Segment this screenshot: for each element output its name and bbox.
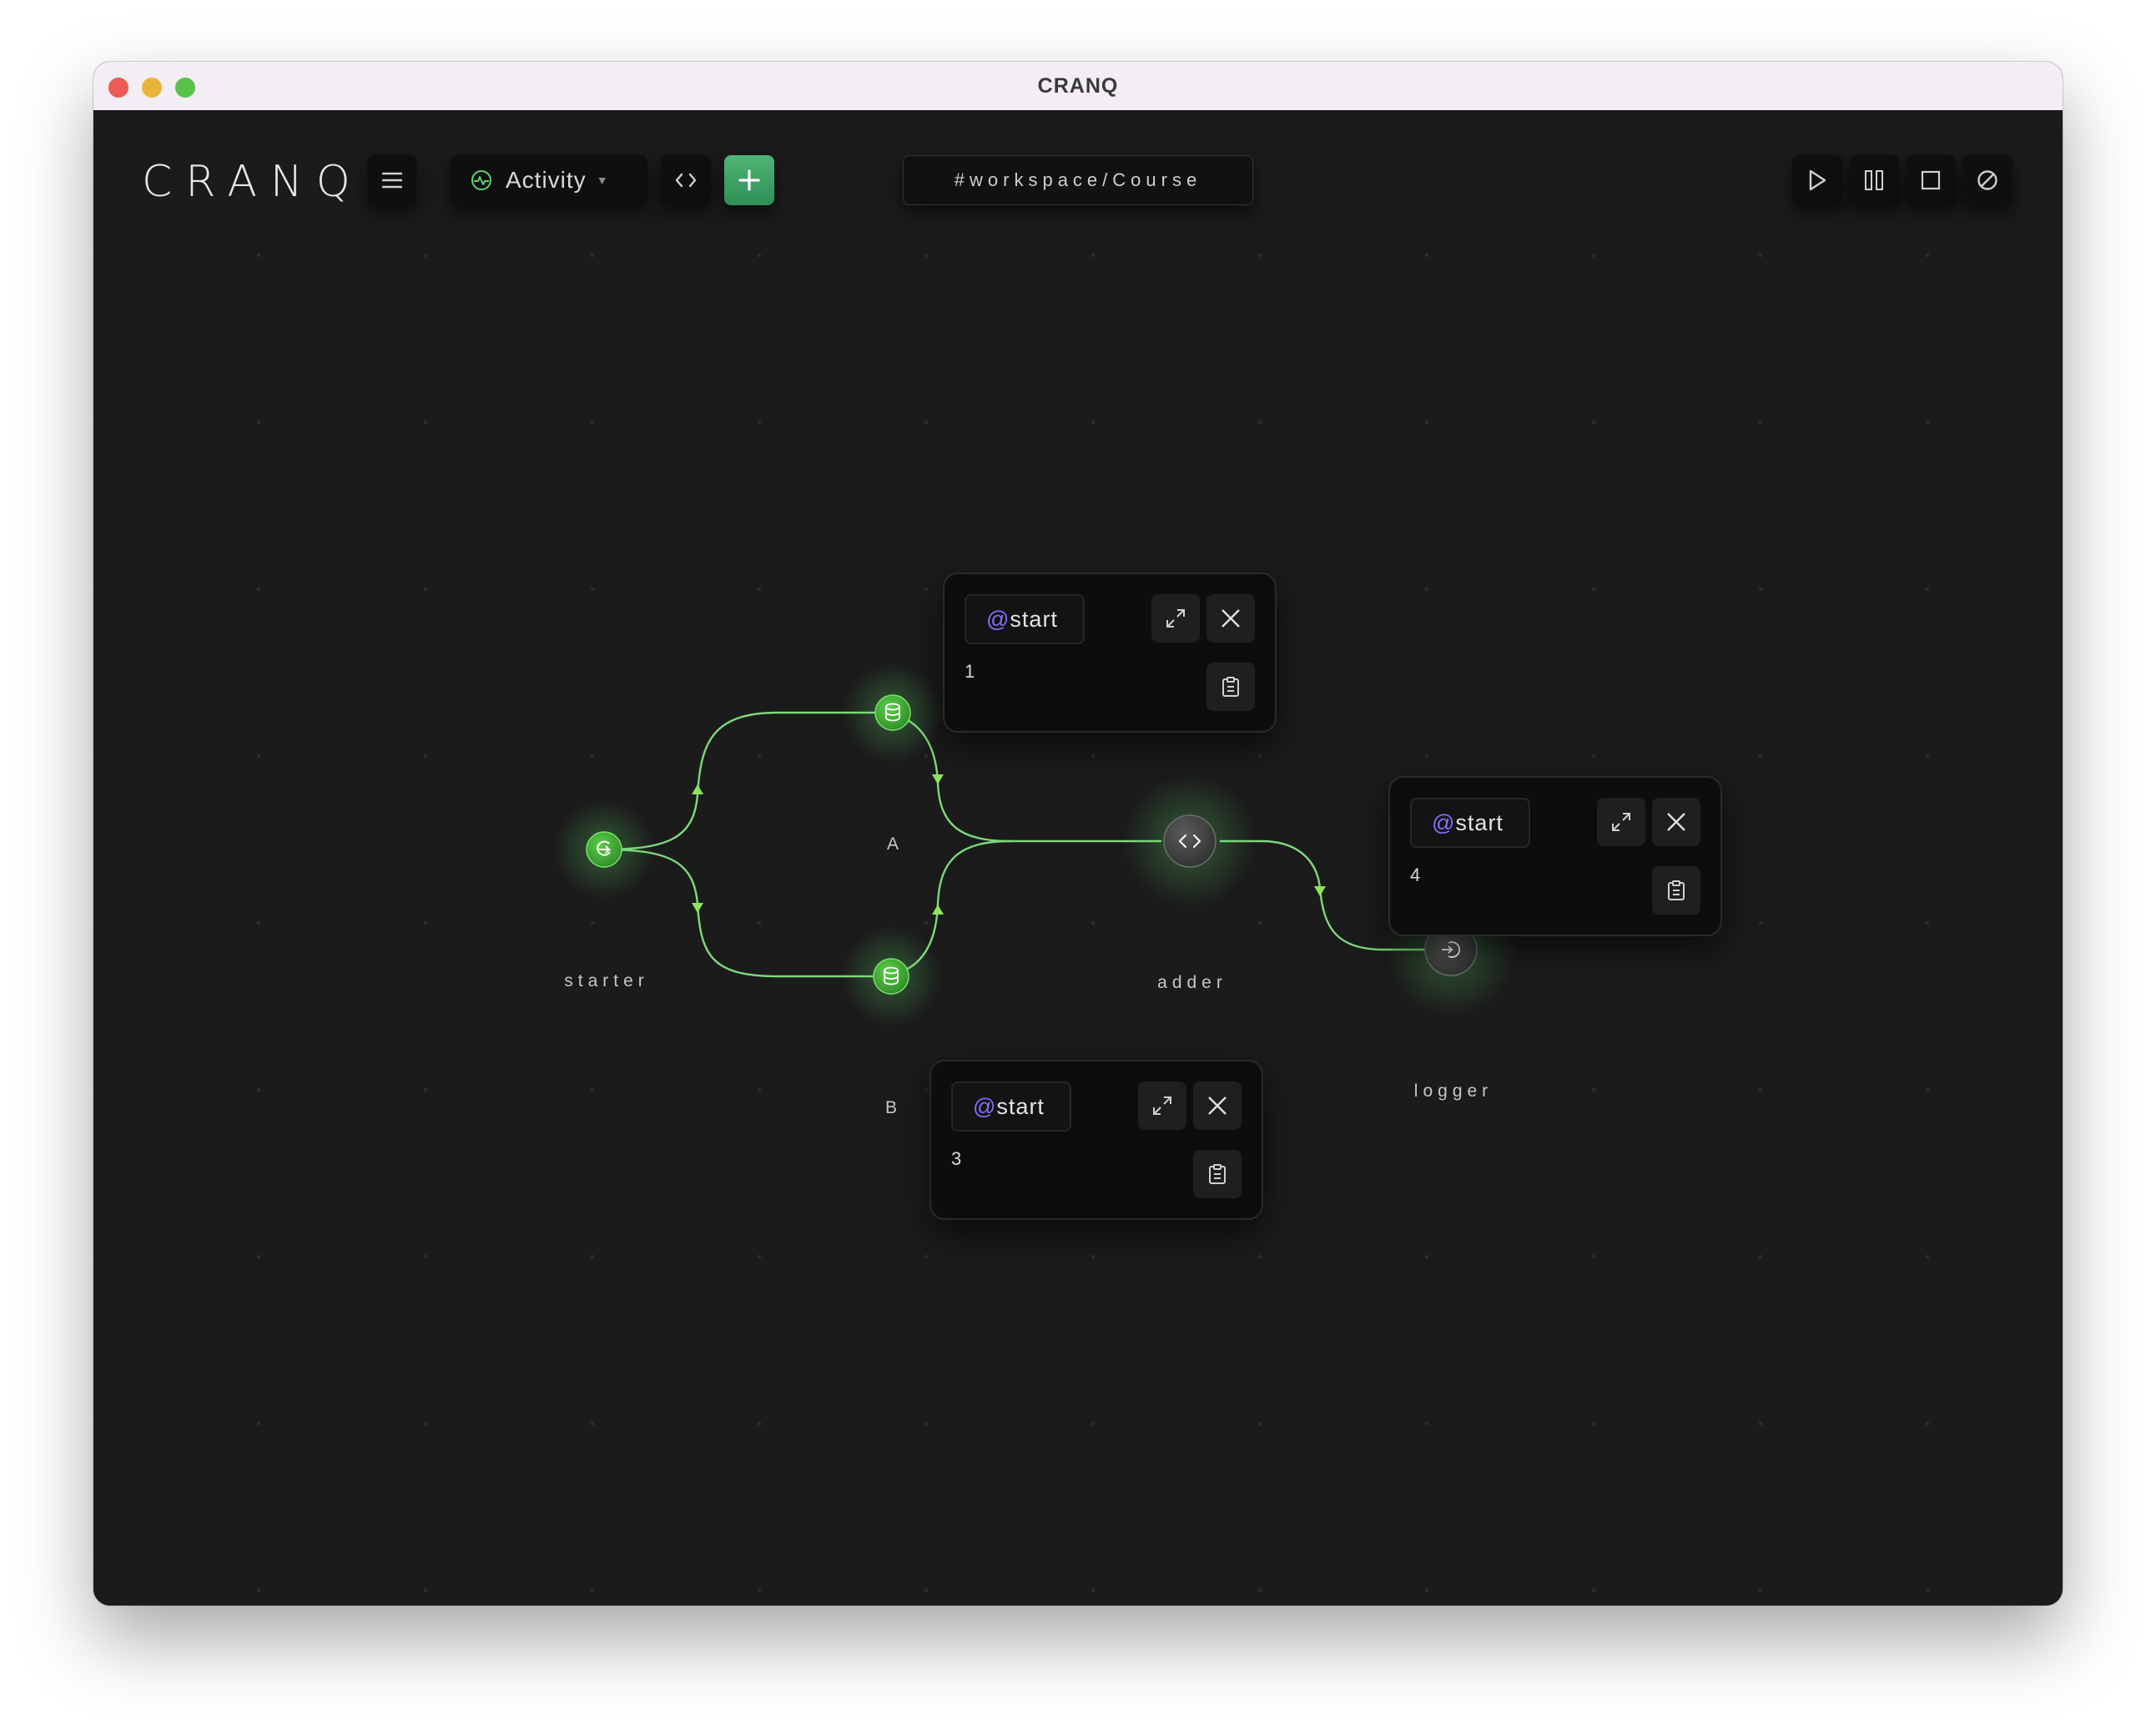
title-bar: CRANQ <box>93 62 2063 111</box>
port-name-chip[interactable]: @ start <box>951 1081 1071 1132</box>
node-b <box>873 958 909 995</box>
port-name-chip[interactable]: @ start <box>965 594 1085 644</box>
port-value-popup: @ start 4 <box>1388 776 1722 936</box>
close-button[interactable] <box>1193 1081 1242 1130</box>
expand-button[interactable] <box>1138 1081 1186 1130</box>
window-title: CRANQ <box>1037 74 1119 98</box>
expand-icon <box>1166 609 1185 628</box>
expand-icon <box>1612 813 1630 831</box>
port-name-chip[interactable]: @ start <box>1410 798 1530 848</box>
node-adder <box>1163 814 1217 868</box>
node-label-adder: adder <box>1157 973 1227 992</box>
node-label-starter: starter <box>564 971 649 991</box>
port-value: 4 <box>1410 864 1421 885</box>
node-label-logger: logger <box>1413 1081 1494 1101</box>
copy-button[interactable] <box>1652 866 1700 915</box>
copy-button[interactable] <box>1206 663 1255 711</box>
close-button[interactable] <box>1652 798 1700 846</box>
app-window: CRANQ CRANQ Activity ▼ #workspace/Course… <box>93 62 2063 1606</box>
port-value: 3 <box>951 1148 962 1169</box>
node-label-a: A <box>886 834 904 854</box>
clipboard-icon <box>1668 880 1685 900</box>
port-value-popup: @ start 1 <box>943 572 1277 733</box>
port-value: 1 <box>965 661 975 682</box>
edge-starter-b <box>602 839 1012 978</box>
node-a <box>874 694 911 731</box>
expand-button[interactable] <box>1597 798 1645 846</box>
graph-edges <box>554 663 1518 1026</box>
clipboard-icon <box>1222 677 1239 697</box>
copy-button[interactable] <box>1193 1150 1242 1198</box>
close-icon <box>1208 1096 1227 1115</box>
close-icon <box>1222 609 1240 628</box>
graph-canvas[interactable]: CRANQ Activity ▼ #workspace/Course start… <box>93 110 2063 1606</box>
close-icon <box>1667 813 1685 831</box>
port-value-popup: @ start 3 <box>929 1060 1263 1220</box>
clipboard-icon <box>1209 1164 1226 1184</box>
close-button[interactable] <box>1206 594 1255 643</box>
expand-icon <box>1153 1096 1171 1115</box>
expand-button[interactable] <box>1151 594 1200 643</box>
